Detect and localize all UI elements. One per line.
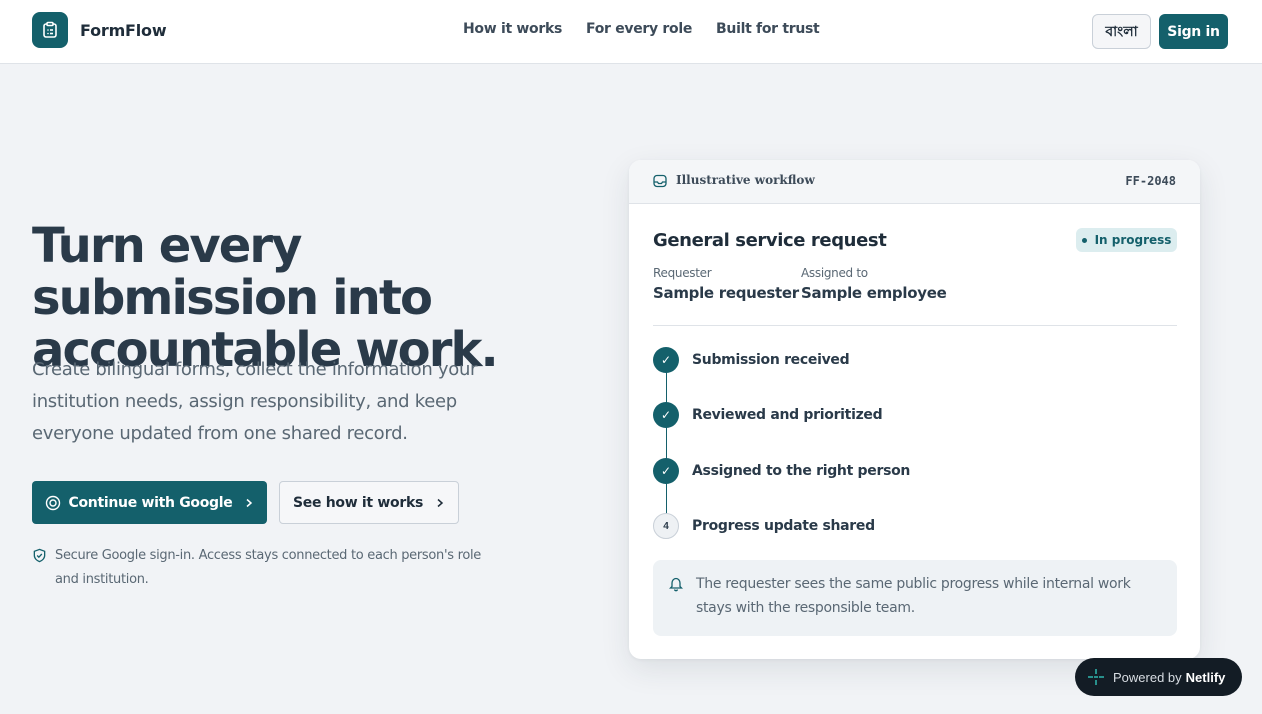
timeline-step-label: Progress update shared [692, 518, 875, 534]
assigned-meta: Assigned to Sample employee [801, 266, 947, 302]
requester-value: Sample requester [653, 284, 799, 302]
nav-how-it-works[interactable]: How it works [463, 21, 562, 37]
workflow-header-label: Illustrative workflow [676, 173, 815, 187]
brand-name: FormFlow [80, 20, 167, 40]
secure-signin-text: Secure Google sign-in. Access stays conn… [55, 548, 481, 587]
workflow-card-header: Illustrative workflow FF-2048 [629, 160, 1200, 204]
powered-by-netlify-badge[interactable]: Powered by Netlify [1075, 658, 1242, 696]
timeline-step: ✓ Submission received [653, 347, 850, 373]
timeline-connector [666, 360, 667, 525]
step-number-marker: 4 [653, 513, 679, 539]
brand-logo[interactable]: FormFlow [32, 12, 167, 48]
form-clipboard-icon [32, 12, 68, 48]
sign-in-button[interactable]: Sign in [1159, 14, 1228, 49]
visibility-note: The requester sees the same public progr… [653, 560, 1177, 636]
main-nav: How it works For every role Built for tr… [463, 21, 843, 37]
request-id: FF-2048 [1125, 174, 1176, 188]
language-toggle-button[interactable]: বাংলা [1092, 14, 1151, 49]
netlify-prefix: Powered by [1113, 669, 1182, 685]
status-badge-label: In progress [1094, 233, 1172, 247]
top-header: FormFlow How it works For every role Bui… [0, 0, 1262, 64]
continue-with-google-button[interactable]: Continue with Google [32, 481, 267, 524]
hero-title: Turn every submission into accountable w… [32, 218, 499, 378]
chevron-right-icon [244, 498, 254, 508]
assigned-value: Sample employee [801, 284, 947, 302]
timeline-step-label: Assigned to the right person [692, 463, 911, 479]
requester-meta: Requester Sample requester [653, 266, 799, 302]
check-icon: ✓ [653, 458, 679, 484]
secure-signin-note: Secure Google sign-in. Access stays conn… [32, 544, 482, 592]
check-icon: ✓ [653, 347, 679, 373]
bell-icon [668, 576, 684, 597]
assigned-label: Assigned to [801, 266, 868, 280]
requester-label: Requester [653, 266, 712, 280]
see-how-it-works-button[interactable]: See how it works [279, 481, 459, 524]
google-icon [45, 495, 61, 511]
timeline-step: ✓ Reviewed and prioritized [653, 402, 883, 428]
nav-built-for-trust[interactable]: Built for trust [716, 21, 820, 37]
check-icon: ✓ [653, 402, 679, 428]
inbox-icon [653, 174, 667, 193]
status-badge: In progress [1076, 228, 1177, 252]
card-divider [653, 325, 1177, 326]
see-how-it-works-label: See how it works [292, 494, 423, 511]
workflow-card: Illustrative workflow FF-2048 General se… [629, 160, 1200, 659]
visibility-note-text: The requester sees the same public progr… [696, 576, 1131, 616]
netlify-logo-icon [1087, 668, 1105, 686]
continue-with-google-label: Continue with Google [68, 494, 233, 511]
timeline-step: 4 Progress update shared [653, 513, 875, 539]
timeline-step: ✓ Assigned to the right person [653, 458, 910, 484]
request-title: General service request [653, 230, 887, 251]
hero-description: Create bilingual forms, collect the info… [32, 359, 478, 444]
shield-check-icon [32, 548, 47, 572]
netlify-brand: Netlify [1185, 669, 1226, 685]
timeline-step-label: Reviewed and prioritized [692, 407, 883, 423]
status-dot-icon [1081, 237, 1087, 243]
nav-for-every-role[interactable]: For every role [586, 21, 692, 37]
timeline-step-label: Submission received [692, 352, 850, 368]
chevron-right-icon [435, 498, 445, 508]
